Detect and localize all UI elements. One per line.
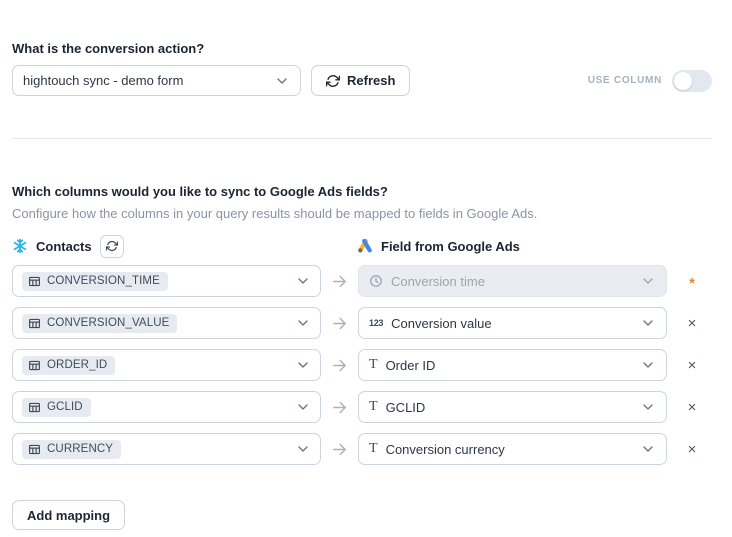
- conversion-action-value: hightouch sync - demo form: [23, 73, 183, 88]
- source-column-badge: ORDER_ID: [22, 356, 115, 375]
- required-marker: *: [689, 279, 695, 289]
- mapping-section-subtitle: Configure how the columns in your query …: [12, 207, 712, 220]
- table-column-icon: [28, 443, 41, 456]
- remove-mapping-button[interactable]: ×: [684, 398, 701, 417]
- chevron-down-icon: [295, 441, 311, 457]
- mapping-row: GCLID 123 T GCLID * ×: [12, 391, 712, 423]
- toggle-knob: [674, 72, 692, 90]
- chevron-down-icon: [640, 315, 656, 331]
- source-column-badge: GCLID: [22, 398, 91, 417]
- mapping-rows: CONVERSION_TIME 123 T Conversion time * …: [12, 265, 712, 465]
- number-type-icon: 123: [369, 318, 383, 328]
- refresh-columns-button[interactable]: [100, 235, 124, 258]
- mapping-section-title: Which columns would you like to sync to …: [12, 185, 712, 198]
- row-suffix: * ×: [675, 398, 709, 417]
- destination-field-name: GCLID: [386, 400, 426, 415]
- conversion-action-controls: hightouch sync - demo form Refresh USE C…: [12, 65, 712, 96]
- conversion-action-label: What is the conversion action?: [12, 42, 712, 55]
- chevron-down-icon: [295, 273, 311, 289]
- string-type-icon: T: [369, 442, 378, 456]
- table-column-icon: [28, 317, 41, 330]
- remove-mapping-button[interactable]: ×: [684, 314, 701, 333]
- source-model-name: Contacts: [36, 239, 92, 254]
- destination-field-select[interactable]: 123 T Order ID: [358, 349, 667, 381]
- destination-field-select[interactable]: 123 T Conversion currency: [358, 433, 667, 465]
- destination-field-select[interactable]: 123 T Conversion value: [358, 307, 667, 339]
- mapping-arrow-icon: [321, 441, 358, 458]
- string-type-icon: T: [369, 358, 378, 372]
- table-column-icon: [28, 401, 41, 414]
- mapping-arrow-icon: [321, 399, 358, 416]
- chevron-down-icon: [640, 357, 656, 373]
- chevron-down-icon: [295, 357, 311, 373]
- google-ads-sync-config-panel: What is the conversion action? hightouch…: [0, 0, 732, 530]
- mapping-row: CURRENCY 123 T Conversion currency * ×: [12, 433, 712, 465]
- source-column-select[interactable]: CONVERSION_VALUE: [12, 307, 321, 339]
- refresh-button-label: Refresh: [347, 73, 395, 88]
- source-column-name: CONVERSION_TIME: [47, 275, 160, 287]
- conversion-action-select[interactable]: hightouch sync - demo form: [12, 65, 301, 96]
- string-type-icon: T: [369, 400, 378, 414]
- source-column-name: GCLID: [47, 401, 83, 413]
- chevron-down-icon: [295, 315, 311, 331]
- chevron-down-icon: [640, 273, 656, 289]
- source-column-name: CONVERSION_VALUE: [47, 317, 169, 329]
- add-mapping-button[interactable]: Add mapping: [12, 500, 125, 530]
- use-column-control: USE COLUMN: [588, 70, 712, 92]
- source-column-badge: CONVERSION_TIME: [22, 272, 168, 291]
- source-column-select[interactable]: CONVERSION_TIME: [12, 265, 321, 297]
- chevron-down-icon: [640, 441, 656, 457]
- mapping-arrow-icon: [321, 273, 358, 290]
- source-column-select[interactable]: ORDER_ID: [12, 349, 321, 381]
- chevron-down-icon: [274, 73, 290, 89]
- row-suffix: * ×: [675, 356, 709, 375]
- destination-field-header: Field from Google Ads: [357, 233, 520, 259]
- mapping-row: CONVERSION_VALUE 123 T Conversion value …: [12, 307, 712, 339]
- remove-mapping-button[interactable]: ×: [684, 356, 701, 375]
- mapping-arrow-icon: [321, 357, 358, 374]
- remove-mapping-button[interactable]: ×: [684, 440, 701, 459]
- destination-field-select[interactable]: 123 T Conversion time: [358, 265, 667, 297]
- source-column-select[interactable]: CURRENCY: [12, 433, 321, 465]
- mapping-arrow-icon: [321, 315, 358, 332]
- destination-header-label: Field from Google Ads: [381, 239, 520, 254]
- destination-field-name: Order ID: [386, 358, 436, 373]
- source-column-badge: CONVERSION_VALUE: [22, 314, 177, 333]
- source-column-name: ORDER_ID: [47, 359, 107, 371]
- destination-field-name: Conversion value: [391, 316, 491, 331]
- mapping-row: CONVERSION_TIME 123 T Conversion time * …: [12, 265, 712, 297]
- section-divider: [12, 138, 712, 139]
- mapping-row: ORDER_ID 123 T Order ID * ×: [12, 349, 712, 381]
- refresh-button[interactable]: Refresh: [311, 65, 410, 96]
- chevron-down-icon: [640, 399, 656, 415]
- google-ads-logo-icon: [357, 238, 373, 254]
- source-column-name: CURRENCY: [47, 443, 113, 455]
- table-column-icon: [28, 275, 41, 288]
- source-column-select[interactable]: GCLID: [12, 391, 321, 423]
- refresh-icon: [326, 74, 340, 88]
- use-column-toggle[interactable]: [672, 70, 712, 92]
- destination-field-name: Conversion time: [391, 274, 485, 289]
- row-suffix: * ×: [675, 273, 709, 289]
- row-suffix: * ×: [675, 440, 709, 459]
- datetime-type-icon: [369, 274, 383, 288]
- mapping-column-headers: Contacts Field from Google Ads: [12, 233, 712, 259]
- refresh-icon: [106, 240, 118, 252]
- add-mapping-label: Add mapping: [27, 508, 110, 523]
- row-suffix: * ×: [675, 314, 709, 333]
- snowflake-logo-icon: [12, 238, 28, 254]
- source-column-badge: CURRENCY: [22, 440, 121, 459]
- table-column-icon: [28, 359, 41, 372]
- destination-field-select[interactable]: 123 T GCLID: [358, 391, 667, 423]
- chevron-down-icon: [295, 399, 311, 415]
- use-column-label: USE COLUMN: [588, 75, 662, 86]
- destination-field-name: Conversion currency: [386, 442, 505, 457]
